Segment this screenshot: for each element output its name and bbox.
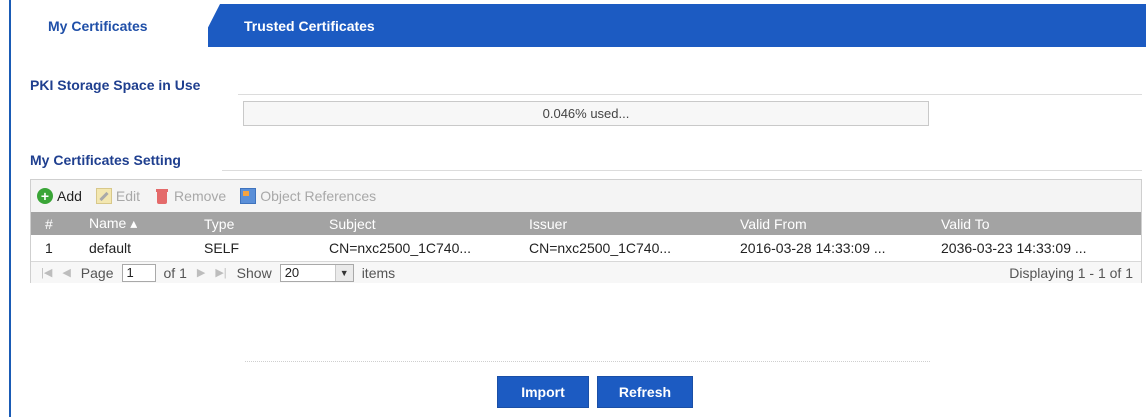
- add-icon: +: [37, 188, 53, 204]
- pagination-bar: |◀ ◀ Page 1 of 1 ▶ ▶| Show 20 ▼ items Di…: [31, 261, 1141, 283]
- previous-page-icon[interactable]: ◀: [62, 266, 70, 279]
- column-header-valid-from[interactable]: Valid From: [740, 212, 935, 235]
- tab-trusted-certificates[interactable]: Trusted Certificates: [244, 4, 375, 47]
- page-size-value: 20: [284, 265, 300, 280]
- left-gutter: [0, 0, 9, 417]
- edit-button[interactable]: Edit: [95, 188, 141, 204]
- page-count-label: of 1: [163, 264, 187, 281]
- section-title-storage: PKI Storage Space in Use: [30, 77, 201, 93]
- column-header-issuer[interactable]: Issuer: [529, 212, 721, 235]
- displaying-count: Displaying 1 - 1 of 1: [1009, 264, 1133, 281]
- cell-valid-from: 2016-03-28 14:33:09 ...: [740, 240, 886, 256]
- column-header-subject[interactable]: Subject: [329, 212, 521, 235]
- cell-subject: CN=nxc2500_1C740...: [329, 240, 472, 256]
- storage-usage-text: 0.046% used...: [542, 106, 630, 121]
- cell-number: 1: [45, 240, 53, 256]
- add-label: Add: [57, 188, 82, 204]
- column-header-valid-to[interactable]: Valid To: [941, 212, 1141, 235]
- tab-slant: [198, 4, 220, 47]
- section-title-settings: My Certificates Setting: [30, 152, 181, 168]
- column-header-name[interactable]: Name ▴: [89, 212, 137, 235]
- section-divider: [222, 170, 1142, 171]
- tab-my-certificates[interactable]: My Certificates: [11, 4, 208, 47]
- tab-bar: My Certificates Trusted Certificates: [11, 4, 1146, 47]
- trash-icon: [154, 188, 170, 204]
- page-label: Page: [80, 264, 114, 281]
- object-references-icon: [240, 188, 257, 204]
- cell-type: SELF: [204, 240, 240, 256]
- next-page-icon[interactable]: ▶: [197, 266, 205, 279]
- section-divider: [238, 94, 1142, 95]
- certificates-grid: + Add Edit Remove Object References # Na…: [30, 179, 1142, 283]
- chevron-down-icon: ▼: [334, 264, 353, 281]
- table-row[interactable]: 1 default SELF CN=nxc2500_1C740... CN=nx…: [31, 235, 1141, 261]
- storage-usage-bar: 0.046% used...: [243, 101, 929, 126]
- edit-label: Edit: [115, 188, 141, 204]
- first-page-icon[interactable]: |◀: [41, 266, 52, 279]
- column-header-number[interactable]: #: [45, 212, 53, 235]
- edit-icon: [95, 188, 112, 204]
- table-header: # Name ▴ Type Subject Issuer Valid From …: [31, 212, 1141, 235]
- footer-divider: [245, 361, 930, 362]
- show-label: Show: [236, 264, 272, 281]
- tab-label: Trusted Certificates: [244, 17, 375, 34]
- refresh-button[interactable]: Refresh: [597, 376, 693, 408]
- page-number-input[interactable]: 1: [121, 263, 156, 282]
- add-button[interactable]: + Add: [37, 188, 82, 204]
- cell-name: default: [89, 240, 132, 256]
- last-page-icon[interactable]: ▶|: [215, 266, 226, 279]
- import-button[interactable]: Import: [497, 376, 589, 408]
- cell-valid-to: 2036-03-23 14:33:09 ...: [941, 240, 1087, 256]
- grid-toolbar: + Add Edit Remove Object References: [31, 180, 1141, 212]
- remove-label: Remove: [174, 188, 227, 204]
- column-header-type[interactable]: Type: [204, 212, 234, 235]
- items-label: items: [361, 264, 396, 281]
- page-number-value: 1: [126, 265, 134, 280]
- object-references-label: Object References: [260, 188, 377, 204]
- tab-label: My Certificates: [48, 17, 148, 34]
- cell-issuer: CN=nxc2500_1C740...: [529, 240, 672, 256]
- page-size-select[interactable]: 20 ▼: [279, 263, 354, 282]
- remove-button[interactable]: Remove: [154, 188, 226, 204]
- object-references-button[interactable]: Object References: [240, 188, 376, 204]
